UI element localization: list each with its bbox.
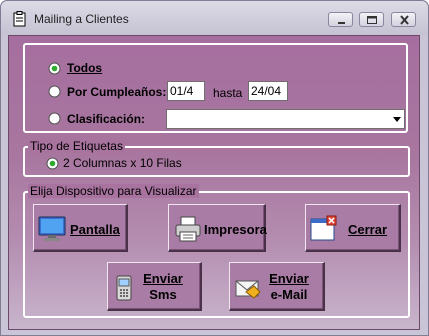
- close-window-icon: [310, 215, 337, 241]
- labels-group: Tipo de Etiquetas 2 Columnas x 10 Filas: [23, 139, 410, 177]
- window-title: Mailing a Clientes: [34, 12, 129, 26]
- envelope-icon: [235, 280, 261, 299]
- device-group-legend: Elija Dispositivo para Visualizar: [28, 184, 199, 198]
- pantalla-button[interactable]: Pantalla: [33, 204, 128, 252]
- monitor-icon: [38, 216, 66, 241]
- chevron-down-icon[interactable]: [393, 117, 401, 122]
- close-icon: [400, 15, 409, 25]
- sms-line1: Enviar: [143, 271, 183, 286]
- 2col-label[interactable]: 2 Columnas x 10 Filas: [63, 156, 182, 170]
- enviar-email-button[interactable]: Enviar e-Mail: [229, 262, 325, 311]
- cerrar-label: Cerrar: [348, 222, 388, 237]
- radio-clasificacion[interactable]: [48, 112, 61, 125]
- cumple-to-input[interactable]: [248, 81, 288, 101]
- maximize-icon: [367, 16, 377, 24]
- enviar-sms-button[interactable]: Enviar Sms: [107, 262, 202, 311]
- pantalla-label: Pantalla: [70, 222, 120, 237]
- radio-2col[interactable]: [46, 157, 59, 170]
- cerrar-button[interactable]: Cerrar: [305, 204, 401, 252]
- device-group: Elija Dispositivo para Visualizar Pantal…: [23, 184, 410, 318]
- minimize-button[interactable]: [328, 12, 353, 27]
- client-area: Todos Por Cumpleaños: hasta Clasificació…: [8, 35, 420, 330]
- todos-label[interactable]: Todos: [67, 61, 102, 75]
- cumpleanos-label[interactable]: Por Cumpleaños:: [67, 85, 166, 99]
- impresora-button[interactable]: Impresora: [168, 204, 267, 252]
- email-line1: Enviar: [269, 271, 309, 286]
- cumple-from-input[interactable]: [167, 81, 205, 101]
- minimize-icon: [338, 22, 345, 24]
- maximize-button[interactable]: [359, 12, 384, 27]
- hasta-label: hasta: [213, 86, 243, 100]
- title-bar[interactable]: Mailing a Clientes: [1, 1, 428, 35]
- close-button[interactable]: [391, 12, 416, 27]
- printer-icon: [175, 216, 201, 242]
- clasificacion-label[interactable]: Clasificación:: [67, 112, 145, 126]
- mailing-window: Mailing a Clientes Todos Por Cumpleaños:…: [0, 0, 429, 336]
- clipboard-icon: [13, 11, 26, 27]
- clasificacion-select[interactable]: [166, 109, 405, 129]
- filter-group: Todos Por Cumpleaños: hasta Clasificació…: [23, 43, 408, 133]
- impresora-label: Impresora: [204, 222, 267, 237]
- radio-cumpleanos[interactable]: [48, 85, 61, 98]
- email-line2: e-Mail: [270, 287, 308, 302]
- phone-icon: [116, 275, 132, 301]
- labels-group-legend: Tipo de Etiquetas: [28, 139, 125, 153]
- radio-todos[interactable]: [48, 62, 61, 75]
- sms-line2: Sms: [149, 287, 177, 302]
